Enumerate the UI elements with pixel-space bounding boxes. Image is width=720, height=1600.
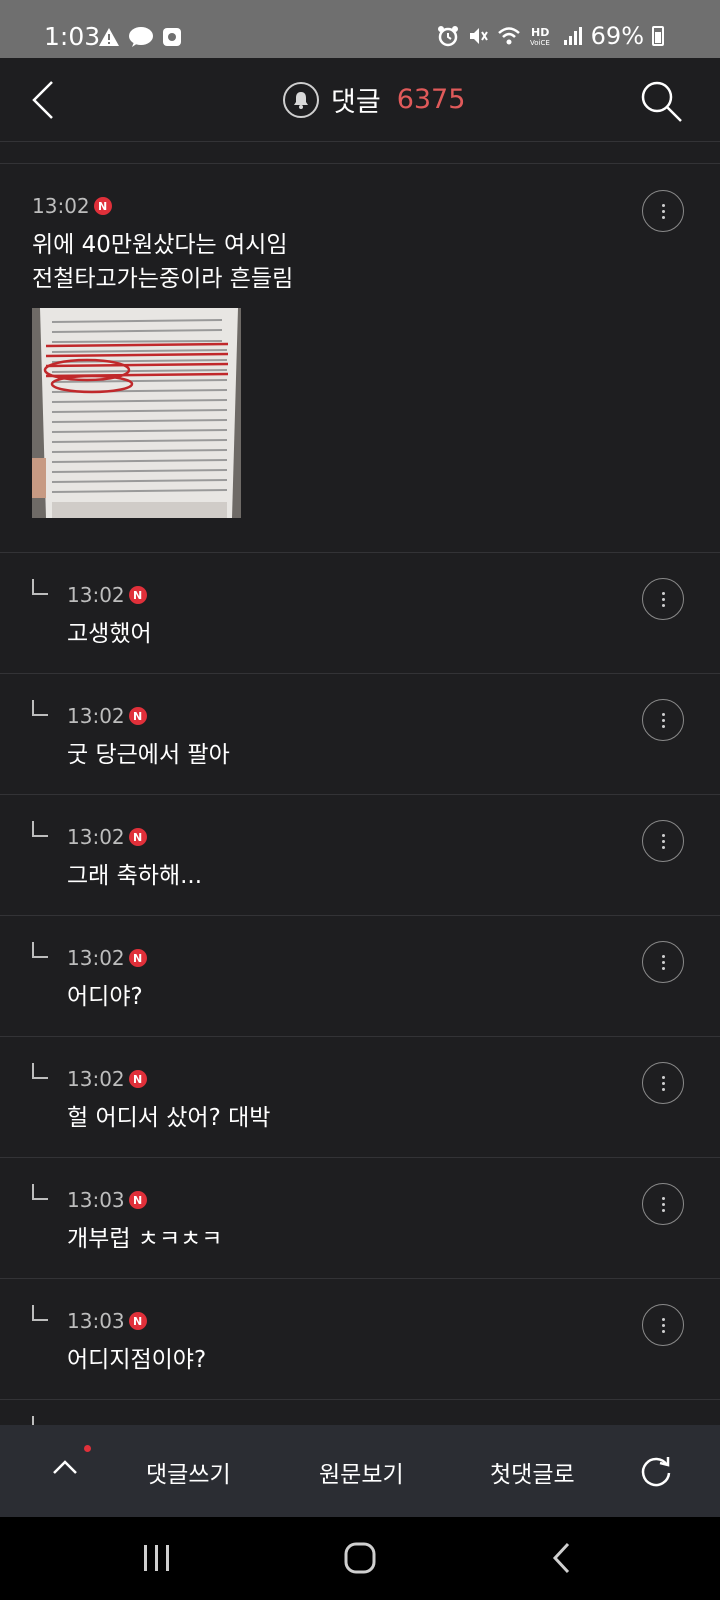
reply-item: 13:02 N 헐 어디서 샀어? 대박: [0, 1037, 720, 1157]
new-badge: N: [128, 828, 147, 846]
reply-arrow-icon: [32, 821, 48, 837]
comment-meta: 13:02 N: [32, 194, 112, 218]
new-badge: N: [128, 1312, 147, 1330]
comment-meta: 13:03 N: [67, 1309, 147, 1333]
first-comment-button[interactable]: 첫댓글로: [490, 1455, 575, 1489]
hd-voice-icon: HDVoiCE: [530, 26, 550, 47]
svg-text:VoiCE: VoiCE: [530, 39, 550, 47]
mute-icon: [469, 28, 488, 44]
reply-arrow-icon: [32, 1184, 48, 1200]
comment-meta: 13:03 N: [67, 1188, 147, 1212]
comment-time: 13:02: [67, 704, 125, 728]
system-nav-bar: [0, 1517, 720, 1600]
comment-time: 13:02: [67, 946, 125, 970]
new-badge: N: [128, 586, 147, 604]
comment-text-line: 전철타고가는중이라 흔들림: [32, 266, 294, 292]
status-bar: 1:03 HD VoiCE 69%: [0, 0, 720, 58]
new-badge: N: [128, 1191, 147, 1209]
refresh-icon[interactable]: [638, 1453, 674, 1489]
comment-meta: 13:02 N: [67, 704, 147, 728]
more-options-button[interactable]: [642, 941, 684, 983]
page-title: 댓글: [331, 87, 381, 118]
battery-icon: [652, 26, 664, 46]
svg-text:HD: HD: [531, 26, 549, 39]
scroll-up-button[interactable]: [50, 1453, 80, 1483]
comment-text: 위에 40만원샀다는 여시임 전철타고가는중이라 흔들림: [32, 228, 293, 296]
comment-count: 6375: [396, 84, 466, 115]
more-options-button[interactable]: [642, 699, 684, 741]
comment-time: 13:02: [67, 583, 125, 607]
more-options-button[interactable]: [642, 578, 684, 620]
comments-header: 댓글 6375: [0, 58, 720, 142]
search-icon[interactable]: [638, 78, 684, 124]
view-original-button[interactable]: 원문보기: [319, 1455, 404, 1489]
new-badge: N: [128, 707, 147, 725]
reply-item: 13:02 N 그래 축하해...: [0, 795, 720, 915]
comment-time: 13:02: [67, 825, 125, 849]
bell-icon[interactable]: [283, 81, 319, 118]
header-title-group: 댓글 6375: [283, 80, 465, 119]
talk-icon: [129, 27, 153, 47]
comment-text: 개부럽 ㅊㅋㅊㅋ: [67, 1226, 223, 1252]
signal-icon: [563, 27, 582, 45]
reply-arrow-icon: [32, 1063, 48, 1079]
home-button[interactable]: [343, 1541, 377, 1575]
system-back-button[interactable]: [550, 1541, 574, 1575]
back-button[interactable]: [24, 78, 64, 122]
comment-text: 그래 축하해...: [67, 863, 203, 889]
comment-meta: 13:02 N: [67, 946, 147, 970]
divider: [0, 1399, 720, 1400]
reply-item: 13:02 N 어디야?: [0, 916, 720, 1036]
notification-dot: [84, 1445, 91, 1452]
battery-percent: 69%: [590, 22, 644, 50]
more-options-button[interactable]: [642, 1304, 684, 1346]
more-options-button[interactable]: [642, 190, 684, 232]
status-right-icons: HD VoiCE 69%: [437, 22, 664, 50]
status-time: 1:03: [44, 22, 101, 51]
new-badge: N: [128, 1070, 147, 1088]
reply-arrow-icon: [32, 579, 48, 595]
warning-icon: [99, 28, 119, 46]
reply-item: 13:03 N 어디지점이야?: [0, 1279, 720, 1399]
comment-text: 어디지점이야?: [67, 1347, 207, 1373]
status-left-icons: [98, 26, 182, 48]
more-options-button[interactable]: [642, 1183, 684, 1225]
wifi-icon: [497, 27, 520, 45]
reply-arrow-icon: [32, 1416, 48, 1425]
comment-time: 13:02: [32, 194, 90, 218]
comment-text: 어디야?: [67, 984, 143, 1010]
recent-apps-button[interactable]: [141, 1541, 173, 1575]
app-icon: [163, 28, 181, 46]
write-comment-button[interactable]: 댓글쓰기: [146, 1455, 231, 1489]
comment-meta: 13:02 N: [67, 1067, 147, 1091]
comment-time: 13:03: [67, 1309, 125, 1333]
comment-text-line: 위에 40만원샀다는 여시임: [32, 232, 288, 258]
more-options-button[interactable]: [642, 820, 684, 862]
bottom-toolbar: 댓글쓰기 원문보기 첫댓글로: [0, 1425, 720, 1517]
reply-item: 13:02 N 고생했어: [0, 553, 720, 673]
receipt-photo[interactable]: [32, 308, 241, 518]
alarm-icon: [437, 26, 458, 47]
reply-arrow-icon: [32, 700, 48, 716]
comment-text: 굿 당근에서 팔아: [67, 742, 230, 768]
comment-time: 13:03: [67, 1188, 125, 1212]
reply-item: 13:02 N 굿 당근에서 팔아: [0, 674, 720, 794]
reply-arrow-icon: [32, 1305, 48, 1321]
reply-arrow-icon: [32, 942, 48, 958]
comment-text: 헐 어디서 샀어? 대박: [67, 1105, 271, 1131]
new-badge: N: [128, 949, 147, 967]
comment-meta: 13:02 N: [67, 825, 147, 849]
new-badge: N: [93, 197, 112, 215]
reply-item: 13:03 N 개부럽 ㅊㅋㅊㅋ: [0, 1158, 720, 1278]
comment-meta: 13:02 N: [67, 583, 147, 607]
comment-time: 13:02: [67, 1067, 125, 1091]
comment-text: 고생했어: [67, 621, 152, 647]
more-options-button[interactable]: [642, 1062, 684, 1104]
